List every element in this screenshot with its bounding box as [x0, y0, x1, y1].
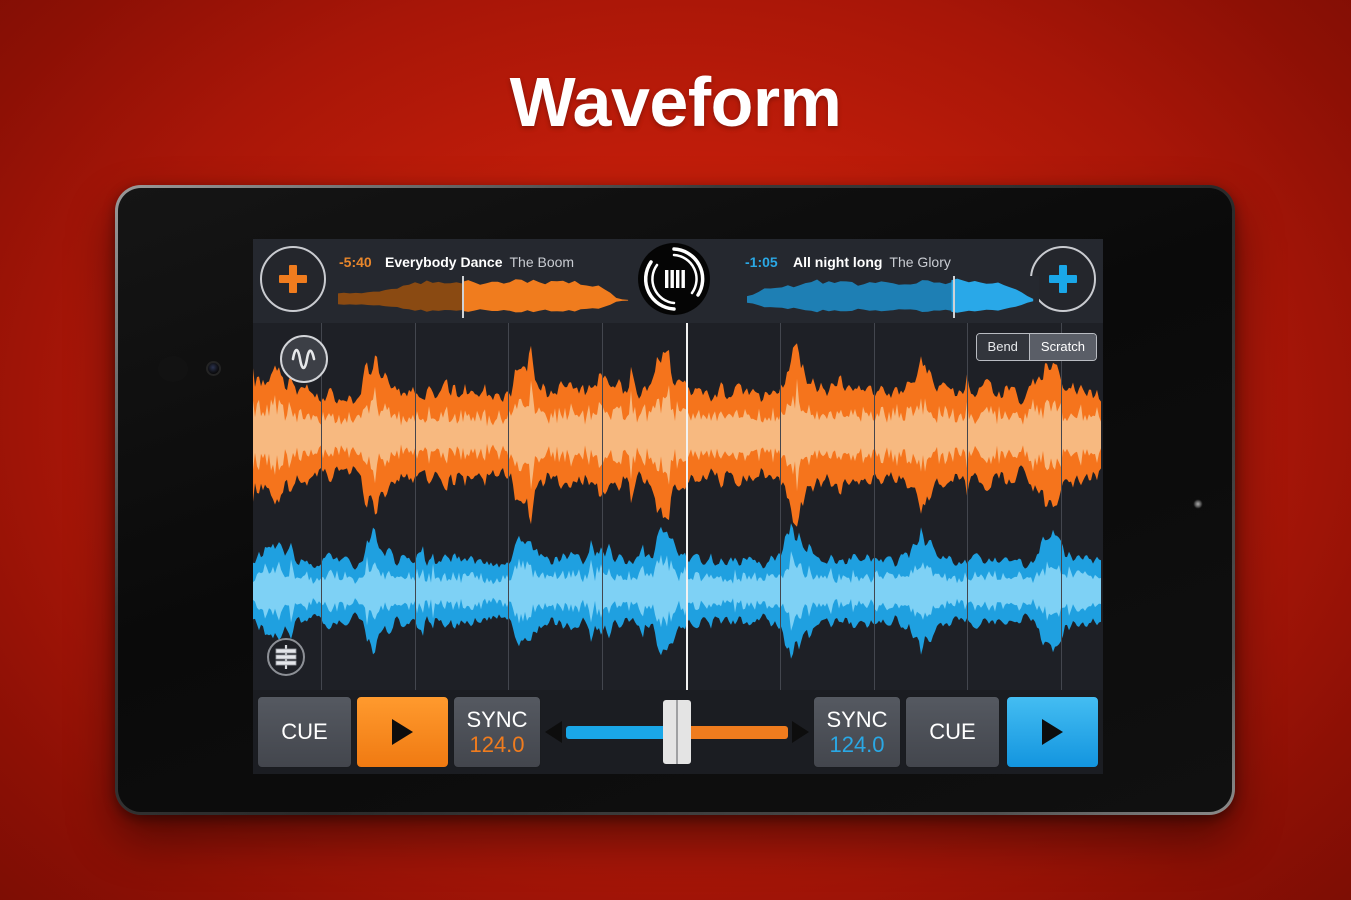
deck-b-track-artist: The Glory: [889, 254, 951, 270]
jog-wheel-icon[interactable]: [638, 243, 710, 315]
waveform-playhead: [686, 323, 688, 690]
crossfader-track[interactable]: [566, 700, 788, 764]
deck-b-track-title: All night long: [793, 254, 883, 270]
play-button-left[interactable]: [356, 696, 449, 768]
main-waveform-display[interactable]: Bend Scratch: [253, 323, 1103, 690]
toggle-option-scratch[interactable]: Scratch: [1029, 334, 1096, 360]
bend-scratch-toggle[interactable]: Bend Scratch: [975, 333, 1097, 361]
deck-a-track-title: Everybody Dance: [385, 254, 503, 270]
plus-icon: [1049, 265, 1077, 293]
crossfader-right-fill: [677, 725, 788, 739]
proximity-sensor-icon: [158, 356, 188, 382]
play-icon: [1042, 719, 1063, 745]
waveform-view-button[interactable]: [280, 335, 328, 383]
mixer-fader-button[interactable]: [267, 638, 305, 676]
crossfader[interactable]: [545, 696, 809, 768]
page-title: Waveform: [509, 63, 842, 141]
deck-overview-bar: -5:40 Everybody Dance The Boom -1:05 All …: [253, 239, 1103, 323]
bpm-value-left: 124.0: [469, 732, 525, 757]
deck-a-overview-waveform[interactable]: [338, 276, 634, 318]
sync-label-right: SYNC: [826, 706, 888, 732]
plus-icon: [279, 265, 307, 293]
triangle-left-icon[interactable]: [545, 721, 562, 743]
front-camera-icon: [206, 361, 221, 376]
sync-button-left[interactable]: SYNC 124.0: [453, 696, 541, 768]
cue-button-right[interactable]: CUE: [905, 696, 1000, 768]
transport-control-bar: CUE SYNC 124.0 SYNC 124.0 CUE: [253, 690, 1103, 774]
toggle-option-bend[interactable]: Bend: [976, 334, 1030, 360]
crossfader-left-fill: [566, 725, 677, 739]
play-icon: [392, 719, 413, 745]
tablet-device: -5:40 Everybody Dance The Boom -1:05 All …: [115, 185, 1235, 815]
deck-b-overview-playhead: [953, 276, 955, 318]
cue-button-left[interactable]: CUE: [257, 696, 352, 768]
add-track-button-right[interactable]: [1030, 246, 1096, 312]
deck-b-time-remaining: -1:05: [745, 254, 778, 270]
play-button-right[interactable]: [1006, 696, 1099, 768]
triangle-right-icon[interactable]: [792, 721, 809, 743]
deck-a-time-remaining: -5:40: [339, 254, 372, 270]
crossfader-handle[interactable]: [663, 700, 691, 764]
add-track-button-left[interactable]: [260, 246, 326, 312]
deck-a-overview-playhead: [462, 276, 464, 318]
sync-label-left: SYNC: [466, 706, 528, 732]
deck-b-track-info: All night long The Glory: [793, 254, 951, 270]
status-led-icon: [1194, 500, 1202, 508]
deck-a-track-info: Everybody Dance The Boom: [385, 254, 574, 270]
dj-app-screen: -5:40 Everybody Dance The Boom -1:05 All …: [253, 239, 1103, 774]
deck-b-overview-waveform[interactable]: [747, 276, 1039, 318]
deck-a-track-artist: The Boom: [509, 254, 575, 270]
bpm-value-right: 124.0: [829, 732, 885, 757]
sync-button-right[interactable]: SYNC 124.0: [813, 696, 901, 768]
tablet-screen-frame: -5:40 Everybody Dance The Boom -1:05 All …: [118, 188, 1232, 812]
